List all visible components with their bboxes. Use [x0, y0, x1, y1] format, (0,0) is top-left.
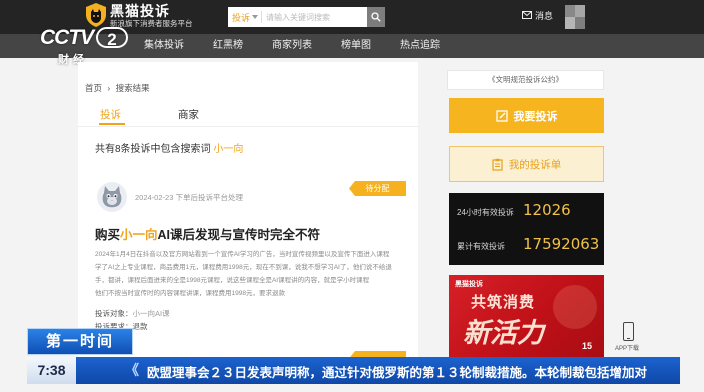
- complaint-date: 2024-02-23 下单后投诉平台处理: [135, 193, 243, 202]
- clipboard-icon: [492, 158, 503, 171]
- breadcrumb-separator: ›: [107, 83, 111, 93]
- broadcast-clock: 7:38: [27, 357, 76, 384]
- complaint-body-line: 手，都讲，课程后面进来的全是1998元课程，说这些课程全是AI课程讲的内容，就是…: [95, 277, 370, 284]
- target-value[interactable]: 小一向AI课: [133, 309, 170, 318]
- breadcrumb-current: 搜索结果: [115, 83, 150, 93]
- pledge-link[interactable]: 《文明规范投诉公约》: [447, 70, 604, 90]
- envelope-icon[interactable]: [522, 11, 532, 19]
- file-complaint-button[interactable]: 我要投诉: [449, 98, 604, 133]
- app-download-label: APP下载: [615, 346, 640, 352]
- nav-item-hot-topics[interactable]: 热点追踪: [388, 34, 452, 58]
- tab-complaints[interactable]: 投诉: [100, 107, 121, 122]
- search-input[interactable]: [266, 10, 362, 24]
- nav-item-merchants[interactable]: 商家列表: [260, 34, 324, 58]
- status-badge: 待分配: [349, 181, 406, 196]
- chevron-down-icon[interactable]: [252, 15, 258, 19]
- nav-item-rankings[interactable]: 榜单图: [324, 34, 388, 58]
- stat-label-total: 累计有效投诉: [457, 242, 505, 251]
- active-tab-indicator: [99, 123, 125, 125]
- black-cat-shield-icon[interactable]: [86, 3, 106, 27]
- edit-pen-icon: [495, 109, 508, 122]
- nav-item-red-black-list[interactable]: 红黑榜: [196, 34, 260, 58]
- ticker-text: 欧盟理事会２３日发表声明称，通过针对俄罗斯的第１３轮制裁措施。本轮制裁包括增加对: [147, 366, 648, 380]
- banner-decoration: [553, 285, 597, 329]
- result-tabs: 投诉 商家: [78, 104, 418, 127]
- complaint-stats: 24小时有效投诉 12026 累计有效投诉 17592063: [449, 193, 604, 265]
- banner-badge: 15: [582, 341, 593, 351]
- summary-text: 共有8条投诉中包含搜索词: [95, 144, 214, 155]
- search-box: 投诉: [228, 7, 367, 27]
- avatar[interactable]: [565, 5, 585, 29]
- messages-link[interactable]: 消息: [535, 9, 553, 22]
- target-label: 投诉对象：: [95, 309, 133, 318]
- breadcrumb: 首页 › 搜索结果: [85, 82, 153, 94]
- my-complaints-button[interactable]: 我的投诉单: [449, 146, 604, 182]
- complaint-body-line: 2024年1月4日在抖音以及官方网站看到一个宣传AI学习的广告，当时宣传视频里以…: [95, 251, 390, 258]
- promo-banner[interactable]: 黑猫投诉 共筑消费 新活力 15: [449, 275, 604, 357]
- search-scope-select[interactable]: 投诉: [232, 11, 250, 24]
- banner-slogan: 新活力: [463, 318, 544, 349]
- file-complaint-label: 我要投诉: [513, 110, 558, 123]
- channel-logo-text: CCTV: [40, 26, 94, 49]
- magnifier-icon: [371, 12, 381, 22]
- complaint-body-line: 他们不按当时宣传时的内容课程讲课，课程费用1998元，要求退款: [95, 290, 285, 297]
- channel-logo: CCTV 2 财经: [40, 26, 132, 66]
- stat-label-24h: 24小时有效投诉: [457, 208, 514, 217]
- news-ticker: 7:38 《 欧盟理事会２３日发表声明称，通过针对俄罗斯的第１３轮制裁措施。本轮…: [27, 357, 680, 384]
- my-complaints-label: 我的投诉单: [508, 158, 562, 171]
- search-divider: [261, 11, 262, 23]
- banner-headline: 共筑消费: [471, 294, 536, 311]
- cat-avatar-icon: [102, 186, 122, 208]
- demand-value: 退款: [132, 322, 148, 331]
- breadcrumb-home[interactable]: 首页: [85, 83, 102, 93]
- banner-brand: 黑猫投诉: [455, 281, 483, 288]
- program-title: 第一时间: [27, 328, 133, 355]
- tab-merchants[interactable]: 商家: [178, 107, 199, 122]
- stat-value-total: 17592063: [523, 235, 600, 253]
- complaint-target: 投诉对象：小一向AI课: [95, 308, 170, 319]
- app-download[interactable]: APP下载: [615, 322, 645, 354]
- user-avatar[interactable]: [97, 182, 127, 212]
- title-keyword: 小一向: [120, 228, 158, 242]
- nav-list: 集体投诉 红黑榜 商家列表 榜单图 热点追踪: [132, 34, 452, 58]
- channel-number: 2: [96, 27, 128, 49]
- phone-icon: [623, 322, 634, 341]
- stat-value-24h: 12026: [523, 201, 571, 219]
- summary-keyword: 小一向: [213, 144, 244, 155]
- title-suffix: AI课后发现与宣传时完全不符: [157, 228, 321, 242]
- complaint-body-line: 学了AI之上专业课程，商品费用1元，课程费用1998元，现在不到课，说我不想学习…: [95, 264, 392, 271]
- ticker-mark: 《: [125, 362, 139, 378]
- complaint-body: 2024年1月4日在抖音以及官方网站看到一个宣传AI学习的广告，当时宣传视频里以…: [95, 248, 410, 300]
- title-prefix: 购买: [95, 228, 121, 242]
- search-button[interactable]: [367, 7, 385, 27]
- complaint-title[interactable]: 购买小一向AI课后发现与宣传时完全不符: [95, 224, 320, 243]
- nav-item-group-complaints[interactable]: 集体投诉: [132, 34, 196, 58]
- result-summary: 共有8条投诉中包含搜索词 小一向: [95, 140, 243, 155]
